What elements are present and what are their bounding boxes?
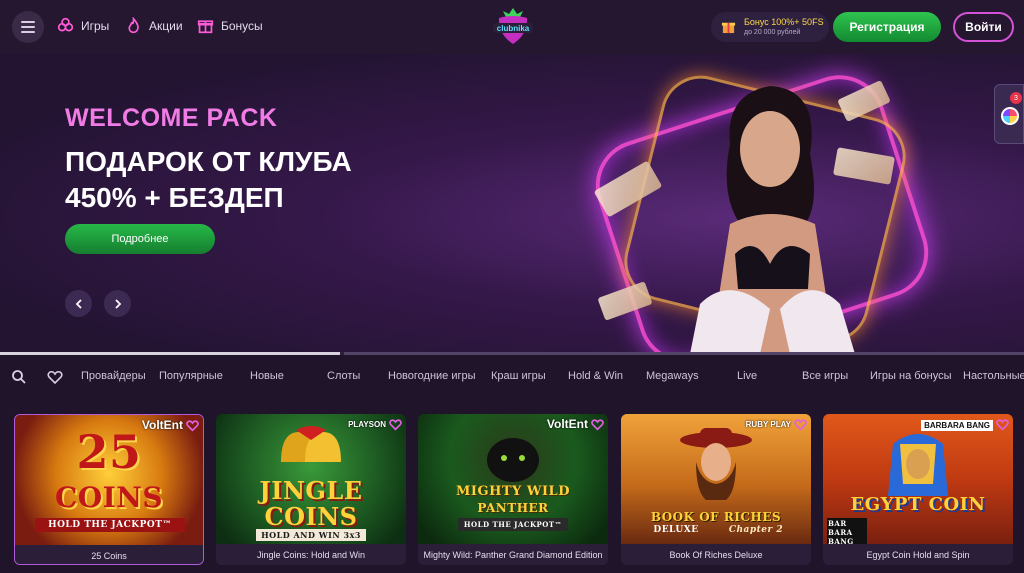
favorite-heart-icon[interactable] [591,418,604,431]
game-thumbnail: EGYPT COIN BAR BARA BANG [823,414,1013,547]
logo-text: clubnika [497,24,530,33]
game-art-tag: HOLD AND WIN 3x3 [256,529,366,541]
game-art-title: EGYPT COIN [850,494,986,515]
game-thumbnail: 25 COINS HOLD THE JACKPOT™ [15,415,203,545]
category-providers[interactable]: Провайдеры [81,370,146,382]
more-button[interactable]: Подробнее [65,224,215,254]
panther-image [487,438,539,482]
notification-badge: 3 [1010,92,1022,104]
nav-games[interactable]: Игры [57,17,109,34]
search-icon[interactable] [11,369,27,385]
fortune-wheel-widget[interactable]: 3 [994,84,1024,144]
game-card[interactable]: BOOK OF RICHES DELUXE Chapter 2 RUBY PLA… [621,414,811,565]
clubnika-logo[interactable]: clubnika [490,6,536,46]
favorite-heart-icon[interactable] [389,418,402,431]
category-newyear[interactable]: Новогодние игры [388,370,476,382]
nav-bonuses[interactable]: Бонусы [197,17,263,34]
hero-model-image [690,86,855,352]
wheel-icon [1001,107,1019,125]
next-slide-button[interactable] [104,290,131,317]
game-name: Jingle Coins: Hold and Win [216,544,406,565]
favorite-heart-icon[interactable] [996,418,1009,431]
heart-icon[interactable] [47,369,63,385]
gift-bonus-icon [721,22,736,34]
strawberry-icon [57,17,74,32]
game-card[interactable]: EGYPT COIN BAR BARA BANG BARBARA BANG Eg… [823,414,1013,565]
game-name: 25 Coins [15,545,203,564]
slider-progress-rest [344,352,1024,355]
category-all[interactable]: Все игры [802,370,848,382]
game-art-tag: HOLD THE JACKPOT™ [458,518,568,531]
slider-progress [0,352,1024,355]
category-slots[interactable]: Слоты [327,370,360,382]
bonus-offer[interactable]: Бонус 100%+ 50FS до 20 000 рублей [711,12,829,42]
game-art-title: BOOK OF RICHES [650,510,782,524]
game-card[interactable]: 25 COINS HOLD THE JACKPOT™ VoltEnt 25 Co… [14,414,204,565]
game-art-title: JINGLE [259,476,363,505]
login-button[interactable]: Войти [953,12,1014,42]
provider-label: PLAYSON [348,420,386,429]
nav-games-label: Игры [81,18,110,33]
hero-title-line2: 450% + БЕЗДЕП [65,182,284,213]
category-hold-win[interactable]: Hold & Win [568,370,623,382]
game-name: Mighty Wild: Panther Grand Diamond Editi… [418,544,608,565]
pharaoh-image [888,434,948,496]
bonus-subtitle: до 20 000 рублей [744,29,801,36]
register-button[interactable]: Регистрация [833,12,941,42]
game-art-tag: HOLD THE JACKPOT™ [35,518,185,532]
game-name: Egypt Coin Hold and Spin [823,544,1013,565]
favorite-heart-icon[interactable] [794,418,807,431]
game-name: Book Of Riches Deluxe [621,544,811,565]
category-bar: Провайдеры Популярные Новые Слоты Нового… [0,360,1024,394]
provider-label: BARBARA BANG [921,420,993,431]
provider-label: VoltEnt [141,418,183,432]
provider-label: RUBY PLAY [745,420,791,429]
game-art-title: 25 [76,425,142,479]
category-live[interactable]: Live [737,370,757,382]
bells-image [281,426,341,462]
provider-label: VoltEnt [546,417,588,431]
nav-promos[interactable]: Акции [125,17,183,34]
game-art-subtitle: COINS [54,481,164,514]
game-thumbnail: MIGHTY WILD PANTHER HOLD THE JACKPOT™ [418,414,608,544]
game-art-tag: BAR BARA BANG [827,518,867,547]
category-new[interactable]: Новые [250,370,284,382]
game-thumbnail: BOOK OF RICHES DELUXE Chapter 2 [621,414,811,544]
game-art-tag: Chapter 2 [728,525,784,535]
hero-banner[interactable]: WELCOME PACK ПОДАРОК ОТ КЛУБА 450% + БЕЗ… [0,54,1024,352]
slider-progress-fill [0,352,340,355]
nav-promos-label: Акции [149,18,183,33]
game-art-subtitle: PANTHER [477,501,549,515]
hero-title: ПОДАРОК ОТ КЛУБА 450% + БЕЗДЕП [65,144,425,216]
category-table[interactable]: Настольные [963,370,1024,382]
category-crash[interactable]: Краш игры [491,370,546,382]
category-megaways[interactable]: Megaways [646,370,699,382]
game-card[interactable]: JINGLE COINS HOLD AND WIN 3x3 PLAYSON Ji… [216,414,406,565]
gift-icon [197,20,214,34]
game-thumbnail: JINGLE COINS HOLD AND WIN 3x3 [216,414,406,544]
hero-title-line1: ПОДАРОК ОТ КЛУБА [65,146,352,177]
game-art-subtitle: COINS [264,502,358,531]
category-bonus-games[interactable]: Игры на бонусы [870,370,952,382]
top-header: Игры Акции Бонусы clubnika Бонус 100%+ 5… [0,0,1024,54]
hero-welcome: WELCOME PACK [65,104,278,132]
game-art-subtitle: DELUXE [653,525,699,535]
chevron-right-icon [114,298,121,309]
prev-slide-button[interactable] [65,290,92,317]
favorite-heart-icon[interactable] [186,419,199,432]
menu-icon[interactable] [12,11,44,43]
adventurer-image [680,428,752,500]
game-art-title: MIGHTY WILD [456,484,570,499]
game-card[interactable]: MIGHTY WILD PANTHER HOLD THE JACKPOT™ Vo… [418,414,608,565]
category-popular[interactable]: Популярные [159,370,223,382]
flame-icon [128,17,139,34]
bonus-title: Бонус 100%+ 50FS [744,17,824,27]
chevron-left-icon [75,298,82,309]
nav-bonuses-label: Бонусы [221,18,263,33]
